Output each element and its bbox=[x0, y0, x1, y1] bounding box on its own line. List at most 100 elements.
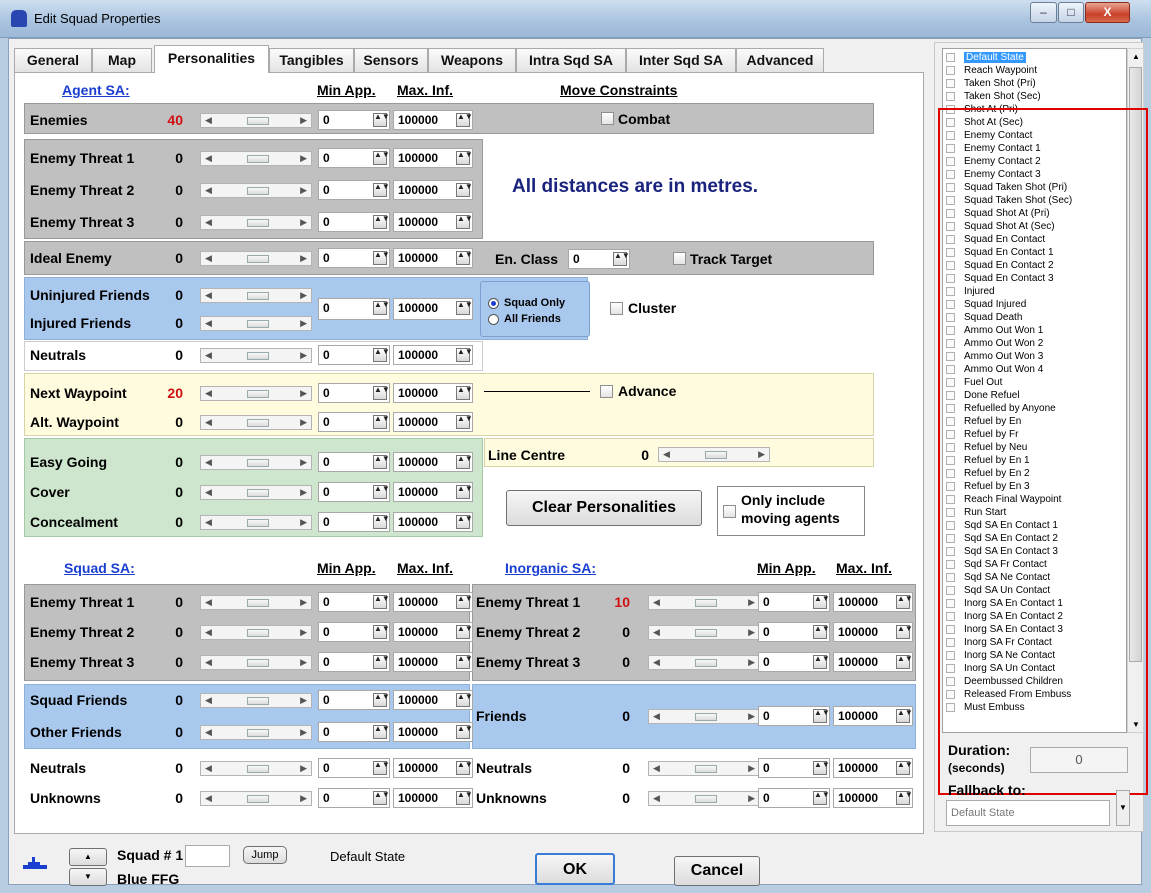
squad-up-button[interactable]: ▲ bbox=[69, 848, 107, 866]
agent-row-min-app[interactable]: 0 ▲▼ bbox=[318, 148, 390, 168]
advance-checkbox[interactable] bbox=[600, 385, 613, 398]
squad-row-slider[interactable]: ◀ ▶ bbox=[200, 595, 312, 610]
agent-row-min-app[interactable]: 0 ▲▼ bbox=[318, 248, 390, 268]
agent-row-slider[interactable]: ◀ ▶ bbox=[200, 151, 312, 166]
spin-arrows-icon[interactable]: ▲▼ bbox=[373, 113, 390, 127]
tab-general[interactable]: General bbox=[14, 48, 92, 72]
squad-row-slider[interactable]: ◀ ▶ bbox=[200, 761, 312, 776]
agent-row-min-app[interactable]: 0 ▲▼ bbox=[318, 212, 390, 232]
spin-arrows-icon[interactable]: ▲▼ bbox=[813, 655, 830, 669]
inorganic-row-max-inf[interactable]: 100000 ▲▼ bbox=[833, 758, 913, 778]
spin-arrows-icon[interactable]: ▲▼ bbox=[896, 655, 913, 669]
inorganic-row-slider[interactable]: ◀ ▶ bbox=[648, 761, 760, 776]
squad-row-min-app[interactable]: 0 ▲▼ bbox=[318, 652, 390, 672]
agent-sa-header[interactable]: Agent SA: bbox=[62, 82, 130, 98]
spin-arrows-icon[interactable]: ▲▼ bbox=[456, 151, 473, 165]
spin-arrows-icon[interactable]: ▲▼ bbox=[456, 485, 473, 499]
spin-arrows-icon[interactable]: ▲▼ bbox=[813, 625, 830, 639]
spin-arrows-icon[interactable]: ▲▼ bbox=[813, 595, 830, 609]
agent-row-slider[interactable]: ◀ ▶ bbox=[200, 515, 312, 530]
spin-arrows-icon[interactable]: ▲▼ bbox=[456, 791, 473, 805]
tab-inter-sqd-sa[interactable]: Inter Sqd SA bbox=[626, 48, 736, 72]
inorganic-row-max-inf[interactable]: 100000 ▲▼ bbox=[833, 652, 913, 672]
spin-arrows-icon[interactable]: ▲▼ bbox=[373, 595, 390, 609]
spin-arrows-icon[interactable]: ▲▼ bbox=[456, 693, 473, 707]
agent-row-slider[interactable]: ◀ ▶ bbox=[200, 113, 312, 128]
agent-row-max-inf[interactable]: 100000 ▲▼ bbox=[393, 383, 473, 403]
inorganic-row-min-app[interactable]: 0 ▲▼ bbox=[758, 652, 830, 672]
spin-arrows-icon[interactable]: ▲▼ bbox=[896, 761, 913, 775]
inorganic-row-max-inf[interactable]: 100000 ▲▼ bbox=[833, 788, 913, 808]
spin-arrows-icon[interactable]: ▲▼ bbox=[813, 761, 830, 775]
agent-row-max-inf[interactable]: 100000 ▲▼ bbox=[393, 110, 473, 130]
agent-row-min-app[interactable]: 0 ▲▼ bbox=[318, 180, 390, 200]
squad-row-max-inf[interactable]: 100000 ▲▼ bbox=[393, 622, 473, 642]
maximize-button[interactable]: □ bbox=[1058, 2, 1084, 23]
squad-row-max-inf[interactable]: 100000 ▲▼ bbox=[393, 652, 473, 672]
spin-arrows-icon[interactable]: ▲▼ bbox=[373, 625, 390, 639]
spin-arrows-icon[interactable]: ▲▼ bbox=[373, 485, 390, 499]
spin-arrows-icon[interactable]: ▲▼ bbox=[896, 625, 913, 639]
tab-map[interactable]: Map bbox=[92, 48, 152, 72]
inorganic-row-max-inf[interactable]: 100000 ▲▼ bbox=[833, 706, 913, 726]
squad-row-min-app[interactable]: 0 ▲▼ bbox=[318, 722, 390, 742]
spin-arrows-icon[interactable]: ▲▼ bbox=[456, 761, 473, 775]
spin-arrows-icon[interactable]: ▲▼ bbox=[456, 415, 473, 429]
spin-arrows-icon[interactable]: ▲▼ bbox=[813, 709, 830, 723]
agent-row-slider[interactable]: ◀ ▶ bbox=[200, 316, 312, 331]
squad-row-min-app[interactable]: 0 ▲▼ bbox=[318, 788, 390, 808]
spin-arrows-icon[interactable]: ▲▼ bbox=[456, 386, 473, 400]
squad-only-radio[interactable] bbox=[488, 298, 499, 309]
cancel-button[interactable]: Cancel bbox=[674, 856, 760, 886]
spin-arrows-icon[interactable]: ▲▼ bbox=[456, 595, 473, 609]
inorganic-row-slider[interactable]: ◀ ▶ bbox=[648, 791, 760, 806]
spin-arrows-icon[interactable]: ▲▼ bbox=[373, 515, 390, 529]
agent-row-max-inf[interactable]: 100000 ▲▼ bbox=[393, 180, 473, 200]
spin-arrows-icon[interactable]: ▲▼ bbox=[896, 791, 913, 805]
squad-row-max-inf[interactable]: 100000 ▲▼ bbox=[393, 690, 473, 710]
agent-row-max-inf[interactable]: 100000 ▲▼ bbox=[393, 248, 473, 268]
spin-arrows-icon[interactable]: ▲▼ bbox=[456, 515, 473, 529]
cluster-checkbox[interactable] bbox=[610, 302, 623, 315]
spin-arrows-icon[interactable]: ▲▼ bbox=[373, 386, 390, 400]
squad-row-min-app[interactable]: 0 ▲▼ bbox=[318, 622, 390, 642]
minimize-button[interactable]: – bbox=[1030, 2, 1057, 23]
squad-number-input[interactable] bbox=[185, 845, 230, 867]
spin-arrows-icon[interactable]: ▲▼ bbox=[456, 113, 473, 127]
squad-row-max-inf[interactable]: 100000 ▲▼ bbox=[393, 788, 473, 808]
duration-input[interactable]: 0 bbox=[1030, 747, 1128, 773]
agent-row-min-app[interactable]: 0 ▲▼ bbox=[318, 512, 390, 532]
squad-row-min-app[interactable]: 0 ▲▼ bbox=[318, 690, 390, 710]
spin-arrows-icon[interactable]: ▲▼ bbox=[456, 183, 473, 197]
spin-arrows-icon[interactable]: ▲▼ bbox=[456, 725, 473, 739]
squad-down-button[interactable]: ▼ bbox=[69, 868, 107, 886]
agent-row-min-app[interactable]: 0 ▲▼ bbox=[318, 110, 390, 130]
ok-button[interactable]: OK bbox=[535, 853, 615, 885]
tab-sensors[interactable]: Sensors bbox=[354, 48, 428, 72]
only-moving-checkbox[interactable] bbox=[723, 505, 736, 518]
agent-row-slider[interactable]: ◀ ▶ bbox=[200, 215, 312, 230]
agent-row-slider[interactable]: ◀ ▶ bbox=[200, 183, 312, 198]
jump-button[interactable]: Jump bbox=[243, 846, 287, 864]
squad-sa-header[interactable]: Squad SA: bbox=[64, 560, 135, 576]
state-checkbox[interactable] bbox=[946, 66, 955, 75]
tab-advanced[interactable]: Advanced bbox=[736, 48, 824, 72]
spin-arrows-icon[interactable]: ▲▼ bbox=[456, 655, 473, 669]
spin-arrows-icon[interactable]: ▲▼ bbox=[373, 791, 390, 805]
agent-row-max-inf[interactable]: 100000 ▲▼ bbox=[393, 482, 473, 502]
agent-row-slider[interactable]: ◀ ▶ bbox=[200, 485, 312, 500]
state-checkbox[interactable] bbox=[946, 92, 955, 101]
squad-row-max-inf[interactable]: 100000 ▲▼ bbox=[393, 722, 473, 742]
inorganic-row-min-app[interactable]: 0 ▲▼ bbox=[758, 706, 830, 726]
spin-arrows-icon[interactable]: ▲▼ bbox=[456, 251, 473, 265]
spin-arrows-icon[interactable]: ▲▼ bbox=[373, 151, 390, 165]
spin-arrows-icon[interactable]: ▲▼ bbox=[373, 348, 390, 362]
squad-row-max-inf[interactable]: 100000 ▲▼ bbox=[393, 758, 473, 778]
tab-weapons[interactable]: Weapons bbox=[428, 48, 516, 72]
agent-row-min-app[interactable]: 0 ▲▼ bbox=[318, 345, 390, 365]
inorganic-row-min-app[interactable]: 0 ▲▼ bbox=[758, 592, 830, 612]
tab-tangibles[interactable]: Tangibles bbox=[269, 48, 354, 72]
state-checkbox[interactable] bbox=[946, 53, 955, 62]
agent-row-slider[interactable]: ◀ ▶ bbox=[200, 415, 312, 430]
combat-checkbox[interactable] bbox=[601, 112, 614, 125]
